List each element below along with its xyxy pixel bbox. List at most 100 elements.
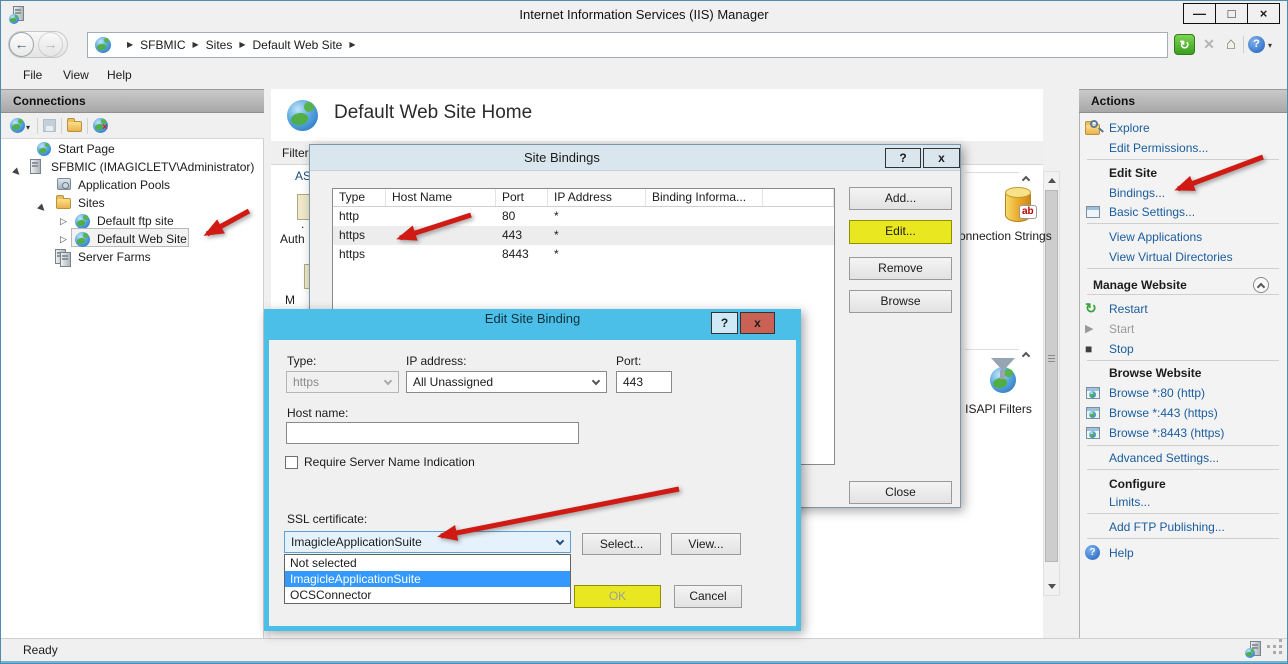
close-button[interactable]: Close [849,481,952,504]
scrollbar-grip [1048,355,1055,363]
port-input[interactable]: 443 [616,371,672,393]
menu-file[interactable]: File [23,68,42,82]
action-start[interactable]: ▶ Start [1085,321,1283,337]
type-label: Type: [287,354,316,368]
type-select[interactable]: https [286,371,399,393]
ssl-option-ocsconnector[interactable]: OCSConnector [285,587,570,603]
chevron-down-icon [556,537,564,545]
add-button[interactable]: Add... [849,187,952,210]
action-browse-8443[interactable]: Browse *:8443 (https) [1085,425,1283,441]
toolbar-separator [1243,36,1244,53]
iis-manager-window: Internet Information Services (IIS) Mana… [0,0,1288,664]
dialog-close-button[interactable]: x [923,148,960,168]
action-view-virtual-directories[interactable]: View Virtual Directories [1085,249,1283,265]
connections-header: Connections [1,89,264,113]
create-connection-icon[interactable] [10,118,25,133]
port-label: Port: [616,354,641,368]
ok-button[interactable]: OK [574,585,661,608]
col-ip-address[interactable]: IP Address [548,189,646,206]
host-name-input[interactable] [286,422,579,444]
col-empty [763,189,834,206]
site-bindings-titlebar[interactable]: Site Bindings ? x [310,145,960,171]
binding-row-https-443[interactable]: https 443 * [333,226,834,245]
dialog-close-button[interactable]: x [740,312,775,334]
action-add-ftp-publishing[interactable]: Add FTP Publishing... [1085,519,1283,535]
window-title: Internet Information Services (IIS) Mana… [1,7,1287,22]
tree-item-default-web-site[interactable]: ▷ Default Web Site [1,230,263,248]
save-connections-icon[interactable] [43,119,56,132]
browse-window-icon [1085,405,1103,421]
scrollbar-thumb[interactable] [1045,190,1058,562]
maximize-button[interactable]: □ [1215,3,1248,24]
action-edit-permissions[interactable]: Edit Permissions... [1085,140,1283,156]
dialog-help-button[interactable]: ? [711,312,738,334]
tree-item-sites[interactable]: ▶ Sites [1,194,263,212]
cancel-button[interactable]: Cancel [674,585,742,608]
breadcrumb-server[interactable]: SFBMIC [140,38,185,52]
tree-item-server[interactable]: ▶ SFBMIC (IMAGICLETV\Administrator) [1,158,263,176]
dialog-help-button[interactable]: ? [885,148,921,168]
tree-item-application-pools[interactable]: Application Pools [1,176,263,194]
action-view-applications[interactable]: View Applications [1085,229,1283,245]
up-folder-icon[interactable] [67,121,82,132]
breadcrumb-default-web-site[interactable]: Default Web Site [253,38,343,52]
minimize-button[interactable]: — [1183,3,1216,24]
tree-item-server-farms[interactable]: Server Farms [1,248,263,266]
tree-item-start-page[interactable]: Start Page [1,140,263,158]
action-explore[interactable]: Explore [1085,120,1283,136]
action-restart[interactable]: ↻ Restart [1085,301,1283,317]
menu-view[interactable]: View [63,68,89,82]
edit-button[interactable]: Edit... [849,220,952,244]
action-basic-settings[interactable]: Basic Settings... [1085,204,1283,220]
col-host-name[interactable]: Host Name [386,189,496,206]
view-button[interactable]: View... [671,533,741,555]
help-dropdown-icon[interactable]: ▾ [1268,41,1272,50]
toolbar-separator [37,118,38,134]
expander-collapsed-icon[interactable]: ▷ [60,230,67,248]
back-button[interactable]: ← [9,32,34,57]
ssl-option-imagicle[interactable]: ImagicleApplicationSuite [285,571,570,587]
create-connection-dropdown-icon[interactable]: ▾ [26,123,30,132]
breadcrumb-sites[interactable]: Sites [206,38,233,52]
home-icon[interactable]: ⌂ [1221,34,1241,55]
ssl-certificate-select[interactable]: ImagicleApplicationSuite [284,531,571,553]
select-button[interactable]: Select... [582,533,661,555]
action-browse-443[interactable]: Browse *:443 (https) [1085,405,1283,421]
tree-label: Sites [78,194,105,212]
window-titlebar[interactable]: Internet Information Services (IIS) Mana… [1,1,1287,30]
basic-settings-icon [1085,204,1103,220]
ab-badge-icon: ab [1019,205,1037,219]
ssl-option-not-selected[interactable]: Not selected [285,555,570,571]
close-button[interactable]: × [1247,3,1280,24]
forward-button[interactable]: → [38,32,63,57]
collapse-section-button[interactable] [1253,277,1269,293]
refresh-icon[interactable]: ↻ [1174,34,1195,55]
col-binding-info[interactable]: Binding Informa... [646,189,763,206]
action-stop[interactable]: ■ Stop [1085,341,1283,357]
col-port[interactable]: Port [496,189,548,206]
chevron-down-icon [592,377,600,385]
sni-checkbox[interactable] [285,456,298,469]
action-bindings[interactable]: Bindings... [1085,185,1283,201]
col-type[interactable]: Type [333,189,386,206]
scroll-down-button[interactable] [1044,578,1059,595]
menu-help[interactable]: Help [107,68,132,82]
expander-collapsed-icon[interactable]: ▷ [60,212,67,230]
bindings-table-header[interactable]: Type Host Name Port IP Address Binding I… [333,189,834,207]
address-bar[interactable]: ▶ SFBMIC ▶ Sites ▶ Default Web Site ▶ [87,32,1168,58]
action-browse-80[interactable]: Browse *:80 (http) [1085,385,1283,401]
resize-grip[interactable] [1267,645,1270,648]
ip-address-select[interactable]: All Unassigned [406,371,607,393]
remove-button[interactable]: Remove [849,257,952,280]
connections-tree: Start Page ▶ SFBMIC (IMAGICLETV\Administ… [1,139,264,638]
binding-row-http-80[interactable]: http 80 * [333,207,834,226]
browse-button[interactable]: Browse [849,290,952,313]
action-advanced-settings[interactable]: Advanced Settings... [1085,450,1283,466]
help-icon[interactable]: ? [1248,36,1265,53]
binding-row-https-8443[interactable]: https 8443 * [333,245,834,264]
actions-separator [1087,445,1279,446]
action-limits[interactable]: Limits... [1085,494,1283,510]
scroll-up-button[interactable] [1044,172,1059,189]
action-help[interactable]: ? Help [1085,545,1283,561]
stop-icon[interactable]: ✕ [1199,34,1219,55]
